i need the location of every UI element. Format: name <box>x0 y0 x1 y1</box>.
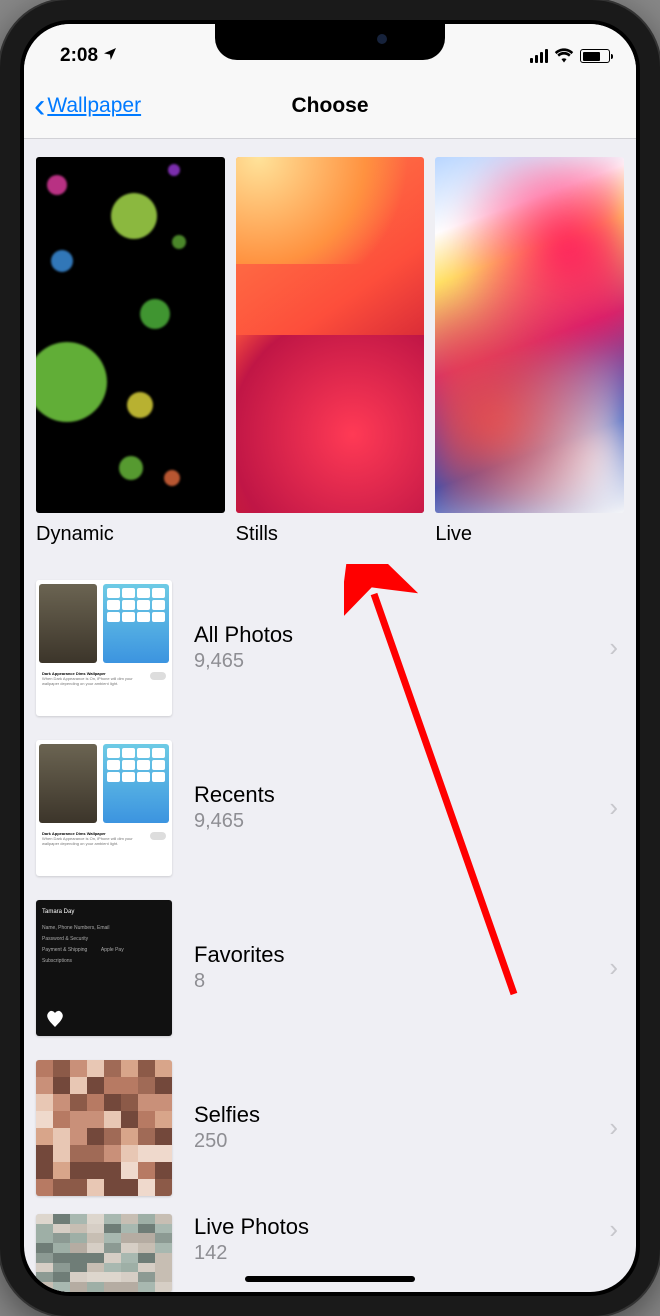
back-button-label: Wallpaper <box>47 94 141 118</box>
album-thumbnail: Tamara Day Name, Phone Numbers, Email Pa… <box>36 900 172 1036</box>
album-thumbnail: Dark Appearance Dims WallpaperWhen Dark … <box>36 580 172 716</box>
notch <box>215 24 445 60</box>
navigation-bar: ‹ Wallpaper Choose <box>24 74 636 139</box>
album-title: Favorites <box>194 942 587 968</box>
album-title: All Photos <box>194 622 587 648</box>
album-thumbnail <box>36 1214 172 1292</box>
album-count: 250 <box>194 1130 587 1153</box>
chevron-left-icon: ‹ <box>34 89 45 123</box>
page-title: Choose <box>291 94 368 118</box>
category-live[interactable]: Live <box>435 157 624 546</box>
album-row-selfies[interactable]: Selfies 250 › <box>24 1048 636 1208</box>
category-dynamic-thumbnail <box>36 157 225 513</box>
wifi-icon <box>554 47 574 66</box>
chevron-right-icon: › <box>609 952 618 983</box>
album-title: Live Photos <box>194 1214 587 1240</box>
wallpaper-categories: Dynamic Stills Live <box>24 139 636 568</box>
album-row-favorites[interactable]: Tamara Day Name, Phone Numbers, Email Pa… <box>24 888 636 1048</box>
cellular-signal-icon <box>530 49 548 63</box>
album-row-recents[interactable]: Dark Appearance Dims WallpaperWhen Dark … <box>24 728 636 888</box>
category-stills[interactable]: Stills <box>236 157 425 546</box>
heart-icon <box>44 1008 66 1030</box>
album-title: Recents <box>194 782 587 808</box>
album-title: Selfies <box>194 1102 587 1128</box>
album-thumbnail: Dark Appearance Dims WallpaperWhen Dark … <box>36 740 172 876</box>
chevron-right-icon: › <box>609 792 618 823</box>
screen: 2:08 ‹ Wallpa <box>24 24 636 1292</box>
chevron-right-icon: › <box>609 632 618 663</box>
category-label: Live <box>435 523 624 546</box>
category-live-thumbnail <box>435 157 624 513</box>
album-count: 9,465 <box>194 810 587 833</box>
category-stills-thumbnail <box>236 157 425 513</box>
battery-icon <box>580 49 610 63</box>
album-count: 9,465 <box>194 650 587 673</box>
back-button[interactable]: ‹ Wallpaper <box>34 89 141 123</box>
chevron-right-icon: › <box>609 1214 618 1245</box>
chevron-right-icon: › <box>609 1112 618 1143</box>
location-services-icon <box>102 46 118 67</box>
category-dynamic[interactable]: Dynamic <box>36 157 225 546</box>
home-indicator[interactable] <box>245 1276 415 1282</box>
album-count: 8 <box>194 970 587 993</box>
category-label: Dynamic <box>36 523 225 546</box>
album-count: 142 <box>194 1242 587 1265</box>
device-frame: 2:08 ‹ Wallpa <box>0 0 660 1316</box>
content-scroll[interactable]: Dynamic Stills Live <box>24 139 636 1292</box>
status-time: 2:08 <box>60 45 98 67</box>
category-label: Stills <box>236 523 425 546</box>
album-thumbnail <box>36 1060 172 1196</box>
photo-albums-list: Dark Appearance Dims WallpaperWhen Dark … <box>24 568 636 1292</box>
album-row-all-photos[interactable]: Dark Appearance Dims WallpaperWhen Dark … <box>24 568 636 728</box>
